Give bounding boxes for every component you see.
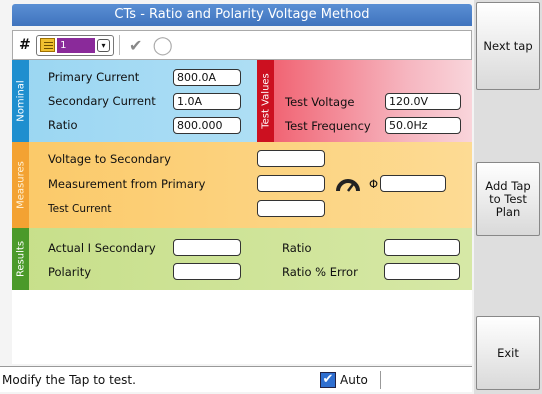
hash-label: # [19, 37, 31, 53]
check-icon[interactable]: ✔ [125, 34, 147, 56]
test-current-field[interactable] [257, 200, 325, 217]
nominal-tab: Nominal [12, 60, 29, 142]
measurement-from-primary-label: Measurement from Primary [48, 177, 206, 191]
ratio-error-label: Ratio % Error [282, 265, 358, 279]
test-values-tab: Test Values [257, 60, 274, 142]
actual-i-secondary-field[interactable] [173, 239, 241, 256]
ratio-field[interactable]: 800.000 [173, 117, 241, 134]
secondary-current-field[interactable]: 1.0A [173, 93, 241, 110]
exit-button[interactable]: Exit [476, 316, 540, 390]
tap-selector[interactable]: 1 ▾ [35, 34, 114, 56]
polarity-label: Polarity [48, 265, 92, 279]
voltage-to-secondary-label: Voltage to Secondary [48, 152, 171, 166]
polarity-field[interactable] [173, 263, 241, 280]
phase-symbol: Φ [369, 177, 379, 191]
auto-checkbox[interactable]: ✔ [320, 371, 336, 388]
test-frequency-field[interactable]: 50.0Hz [385, 117, 461, 134]
results-tab: Results [12, 228, 29, 290]
gauge-icon [336, 179, 360, 192]
nominal-panel: Nominal Primary Current 800.0A Secondary… [12, 60, 472, 142]
window-title: CTs - Ratio and Polarity Voltage Method [12, 4, 472, 26]
secondary-current-label: Secondary Current [48, 94, 156, 108]
phase-field[interactable] [380, 175, 446, 192]
test-voltage-label: Test Voltage [285, 95, 355, 109]
test-current-label: Test Current [48, 203, 112, 215]
measures-tab: Measures [12, 142, 29, 228]
tap-icon [39, 38, 56, 52]
actual-i-secondary-label: Actual I Secondary [48, 241, 156, 255]
primary-current-label: Primary Current [48, 70, 140, 84]
voltage-to-secondary-field[interactable] [257, 150, 325, 167]
circle-icon[interactable]: ◯ [152, 34, 174, 56]
primary-current-field[interactable]: 800.0A [173, 69, 241, 86]
toolbar: # 1 ▾ ✔ ◯ [12, 30, 472, 60]
results-panel: Results Actual I Secondary Polarity Rati… [12, 228, 472, 290]
tap-number: 1 [57, 37, 96, 53]
add-tap-to-test-plan-button[interactable]: Add Tap to Test Plan [476, 162, 540, 236]
status-divider [379, 370, 381, 389]
next-tap-button[interactable]: Next tap [476, 2, 540, 90]
test-frequency-label: Test Frequency [285, 119, 371, 133]
measures-panel: Measures Voltage to Secondary Measuremen… [12, 142, 472, 228]
status-message: Modify the Tap to test. [2, 372, 136, 387]
ratio-label: Ratio [48, 118, 78, 132]
app-window: CTs - Ratio and Polarity Voltage Method … [0, 0, 542, 394]
content-empty-area [12, 290, 472, 364]
result-ratio-label: Ratio [282, 241, 312, 255]
test-values-panel: Test Values Test Voltage 120.0V Test Fre… [257, 60, 472, 142]
toolbar-divider [118, 35, 120, 55]
result-ratio-field[interactable] [384, 239, 460, 256]
auto-label: Auto [340, 372, 368, 387]
status-bar: Modify the Tap to test. ✔ Auto [0, 366, 472, 392]
chevron-down-icon[interactable]: ▾ [97, 38, 110, 52]
measurement-from-primary-field[interactable] [257, 175, 325, 192]
test-voltage-field[interactable]: 120.0V [385, 93, 461, 110]
ratio-error-field[interactable] [384, 263, 460, 280]
